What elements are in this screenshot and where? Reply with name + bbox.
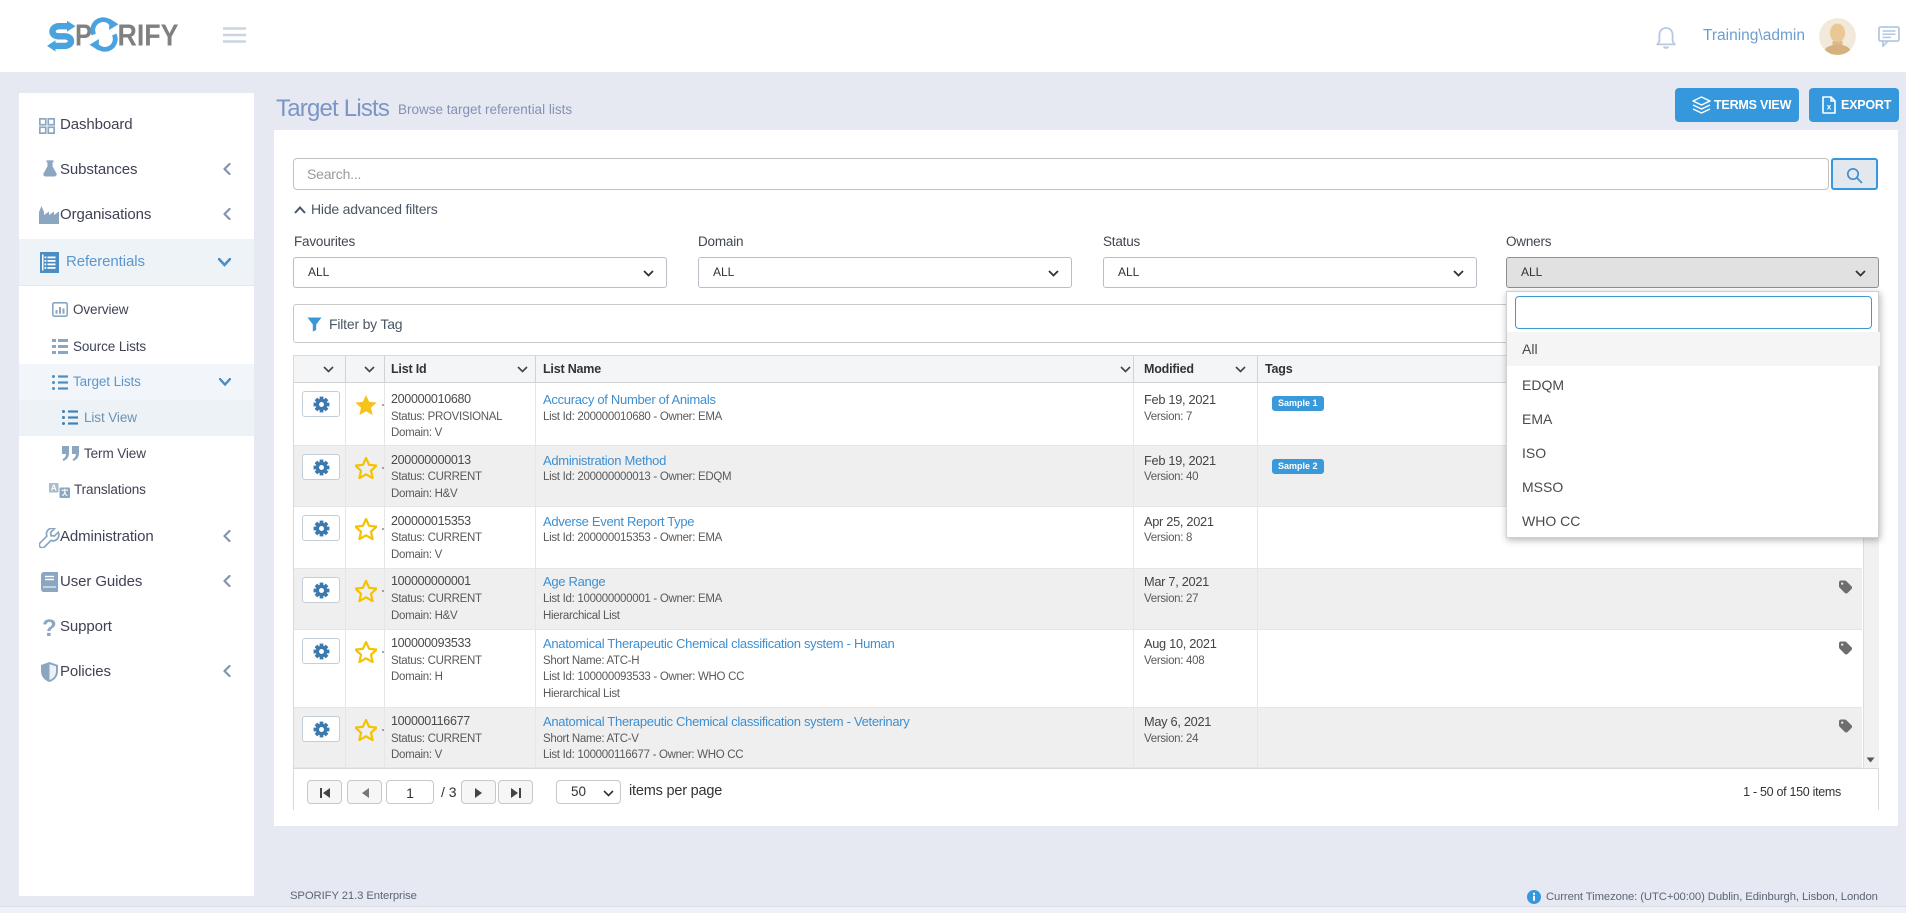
svg-text:x: x	[1827, 103, 1832, 112]
svg-text:A: A	[51, 484, 57, 493]
svg-text:P: P	[75, 18, 92, 53]
svg-text:RIFY: RIFY	[118, 18, 179, 53]
